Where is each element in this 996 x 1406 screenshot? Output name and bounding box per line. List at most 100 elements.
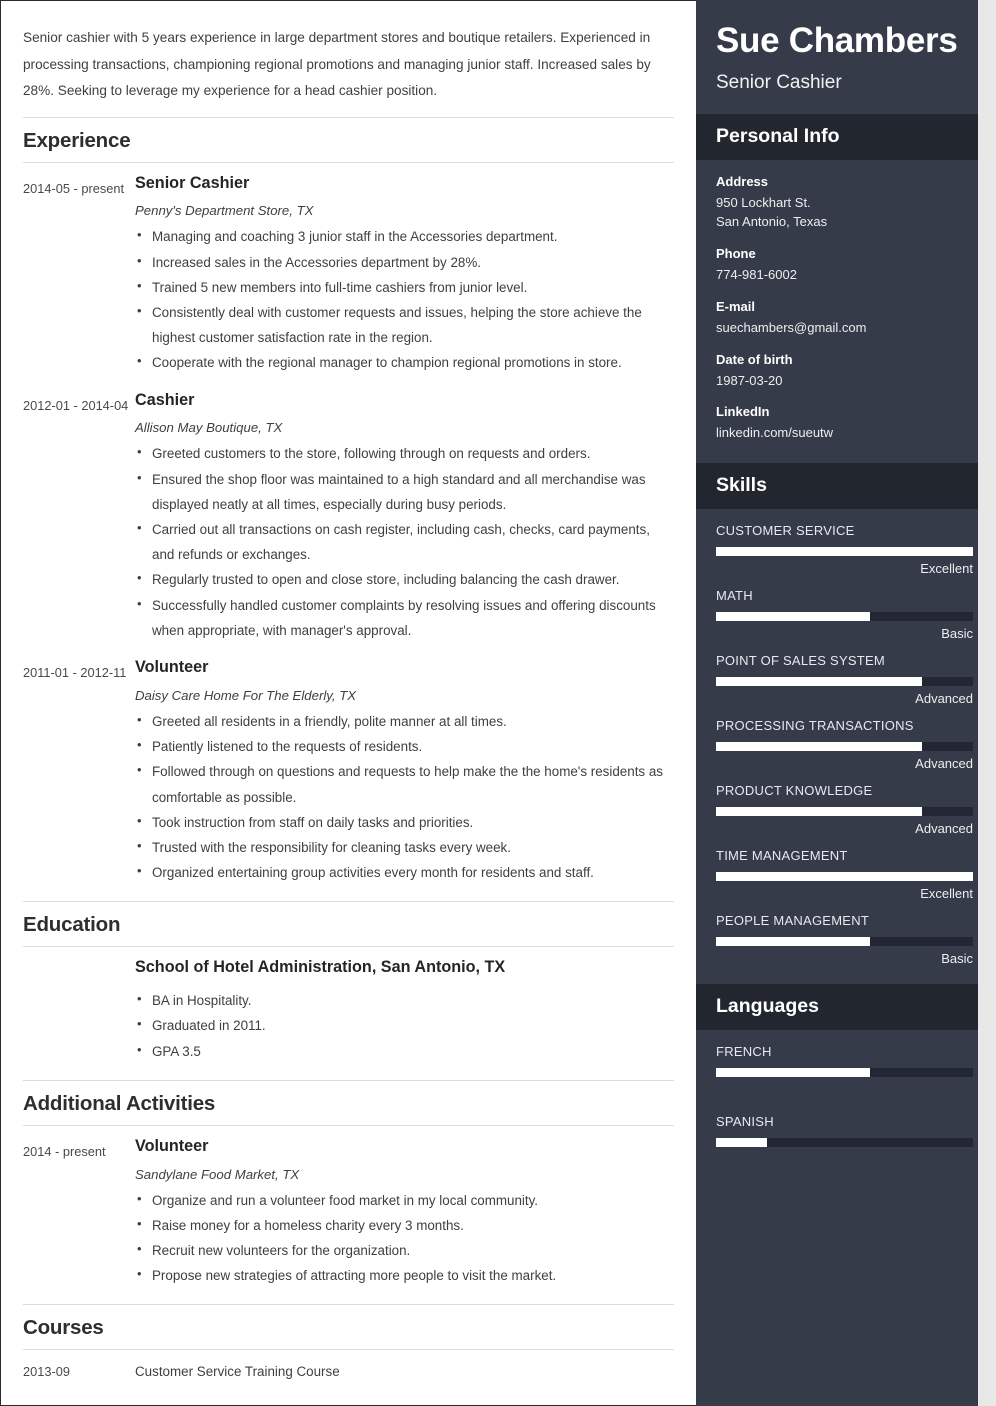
skill-bar-fill (716, 937, 871, 947)
course-date: 2013-09 (23, 1364, 70, 1380)
resume-entry: School of Hotel Administration, San Anto… (23, 957, 674, 1077)
skill: PROCESSING TRANSACTIONS Advanced (716, 718, 973, 773)
course-name: Customer Service Training Course (135, 1364, 340, 1380)
personal-info-value: linkedin.com/sueutw (716, 425, 834, 441)
entry-bullet: Ensured the shop floor was maintained to… (135, 466, 666, 517)
entry-body: Volunteer Daisy Care Home For The Elderly… (135, 657, 674, 885)
entry-bullet: Propose new strategies of attracting mor… (135, 1262, 666, 1288)
entry-organization: Sandylane Food Market, TX (135, 1166, 300, 1182)
entry-bullet-list: Managing and coaching 3 junior staff in … (135, 223, 666, 375)
skill: TIME MANAGEMENT Excellent (716, 848, 973, 903)
entry-title: Volunteer (135, 1136, 209, 1155)
entry-bullet: Successfully handled customer complaints… (135, 592, 666, 643)
entry-bullet: Took instruction from staff on daily tas… (135, 809, 666, 835)
entry-bullet: Organize and run a volunteer food market… (135, 1187, 666, 1213)
entry-date-range (23, 957, 135, 961)
skill-bar-track (716, 742, 973, 752)
entry-bullet: Consistently deal with customer requests… (135, 299, 666, 350)
entry-bullet: Followed through on questions and reques… (135, 758, 666, 809)
language-level (716, 1155, 973, 1172)
language-bar-track (716, 1068, 973, 1078)
entry-bullet: Greeted customers to the store, followin… (135, 440, 666, 466)
entry-bullet: Trusted with the responsibility for clea… (135, 834, 666, 860)
section-title: Experience (23, 128, 131, 152)
personal-info-item: LinkedIn linkedin.com/sueutw (716, 404, 958, 443)
entry-bullet: Organized entertaining group activities … (135, 859, 666, 885)
personal-info-label: Phone (716, 246, 756, 262)
candidate-name: Sue Chambers (716, 21, 958, 60)
professional-summary: Senior cashier with 5 years experience i… (23, 30, 651, 98)
section-education: Education School of Hotel Administration… (23, 901, 674, 1077)
candidate-identity-block: Sue Chambers Senior Cashier (696, 0, 978, 114)
entry-date-range: 2011-01 - 2012-11 (23, 665, 127, 681)
entry-bullet: GPA 3.5 (135, 1038, 666, 1064)
personal-info-label: E-mail (716, 298, 756, 314)
entry-bullet: Carried out all transactions on cash reg… (135, 516, 666, 567)
candidate-job-title: Senior Cashier (716, 71, 842, 93)
entry-bullet: Graduated in 2011. (135, 1012, 666, 1038)
resume-entry: 2014-05 - present Senior Cashier Penny's D… (23, 173, 674, 390)
personal-info-list: Address 950 Lockhart St. San Antonio, Texa… (696, 160, 978, 464)
section-courses: Courses 2013-09 Customer Service Training… (23, 1304, 674, 1389)
sidebar-header-skills: Skills (696, 463, 978, 510)
skill-bar-track (716, 677, 973, 687)
entry-title: Volunteer (135, 658, 209, 677)
skill-bar-fill (716, 742, 922, 752)
entry-bullet: Recruit new volunteers for the organizat… (135, 1237, 666, 1263)
skill: MATH Basic (716, 588, 973, 643)
skill-level: Excellent (920, 886, 973, 902)
personal-info-label: LinkedIn (716, 404, 770, 420)
personal-info-value: 1987-03-20 (716, 372, 783, 388)
sidebar-section-title: Personal Info (716, 124, 840, 147)
skill-level: Advanced (915, 756, 973, 772)
activities-entry-list: 2014 - present Volunteer Sandylane Food Ma… (23, 1136, 674, 1303)
courses-list: 2013-09 Customer Service Training Course (23, 1360, 674, 1389)
resume-entry: 2012-01 - 2014-04 Cashier Allison May Bout… (23, 390, 674, 657)
experience-entry-list: 2014-05 - present Senior Cashier Penny's D… (23, 173, 674, 900)
skill: POINT OF SALES SYSTEM Advanced (716, 653, 973, 708)
skill-bar-fill (716, 677, 922, 687)
languages-list: FRENCH SPANISH (696, 1030, 978, 1190)
language-bar-track (716, 1138, 973, 1148)
entry-title: Senior Cashier (135, 173, 250, 192)
personal-info-value: suechambers@gmail.com (716, 319, 867, 335)
sidebar-header-languages: Languages (696, 984, 978, 1031)
language-bar-fill (716, 1068, 871, 1078)
personal-info-item: Address 950 Lockhart St. San Antonio, Texa… (716, 174, 958, 233)
skill-bar-fill (716, 872, 973, 882)
entry-bullet: Raise money for a homeless charity every… (135, 1212, 666, 1238)
entry-bullet: Regularly trusted to open and close stor… (135, 566, 666, 592)
personal-info-value: 774-981-6002 (716, 267, 797, 283)
resume-sidebar: Sue Chambers Senior Cashier Personal Inf… (696, 0, 978, 1406)
entry-bullet: Patiently listened to the requests of re… (135, 733, 666, 759)
entry-bullet-list: BA in Hospitality.Graduated in 2011.GPA … (135, 987, 666, 1064)
language: FRENCH (716, 1044, 973, 1102)
resume-page: Senior cashier with 5 years experience i… (0, 0, 996, 1406)
language-name: FRENCH (716, 1044, 772, 1060)
skill-name: MATH (716, 588, 753, 604)
section-title: Courses (23, 1316, 104, 1340)
language: SPANISH (716, 1114, 973, 1172)
skill: PRODUCT KNOWLEDGE Advanced (716, 783, 973, 838)
skill-bar-track (716, 807, 973, 817)
language-level (716, 1085, 973, 1102)
skill-name: PEOPLE MANAGEMENT (716, 913, 870, 929)
skill-bar-fill (716, 612, 871, 622)
language-bar-fill (716, 1138, 768, 1148)
skill-name: POINT OF SALES SYSTEM (716, 653, 885, 669)
entry-date-range: 2014 - present (23, 1143, 106, 1159)
entry-title: Cashier (135, 390, 195, 409)
personal-info-item: E-mail suechambers@gmail.com (716, 299, 958, 338)
personal-info-item: Phone 774-981-6002 (716, 246, 958, 285)
skill: PEOPLE MANAGEMENT Basic (716, 913, 973, 968)
personal-info-label: Address (716, 173, 769, 189)
skill-level: Advanced (915, 691, 973, 707)
entry-body: Senior Cashier Penny's Department Store, … (135, 173, 674, 376)
entry-bullet-list: Organize and run a volunteer food market… (135, 1187, 666, 1289)
skill-bar-track (716, 612, 973, 622)
entry-date-range: 2014-05 - present (23, 180, 125, 196)
sidebar-section-title: Skills (716, 474, 767, 497)
education-entry-list: School of Hotel Administration, San Anto… (23, 957, 674, 1077)
section-additional-activities: Additional Activities 2014 - present Volu… (23, 1079, 674, 1303)
personal-info-item: Date of birth 1987-03-20 (716, 352, 958, 391)
